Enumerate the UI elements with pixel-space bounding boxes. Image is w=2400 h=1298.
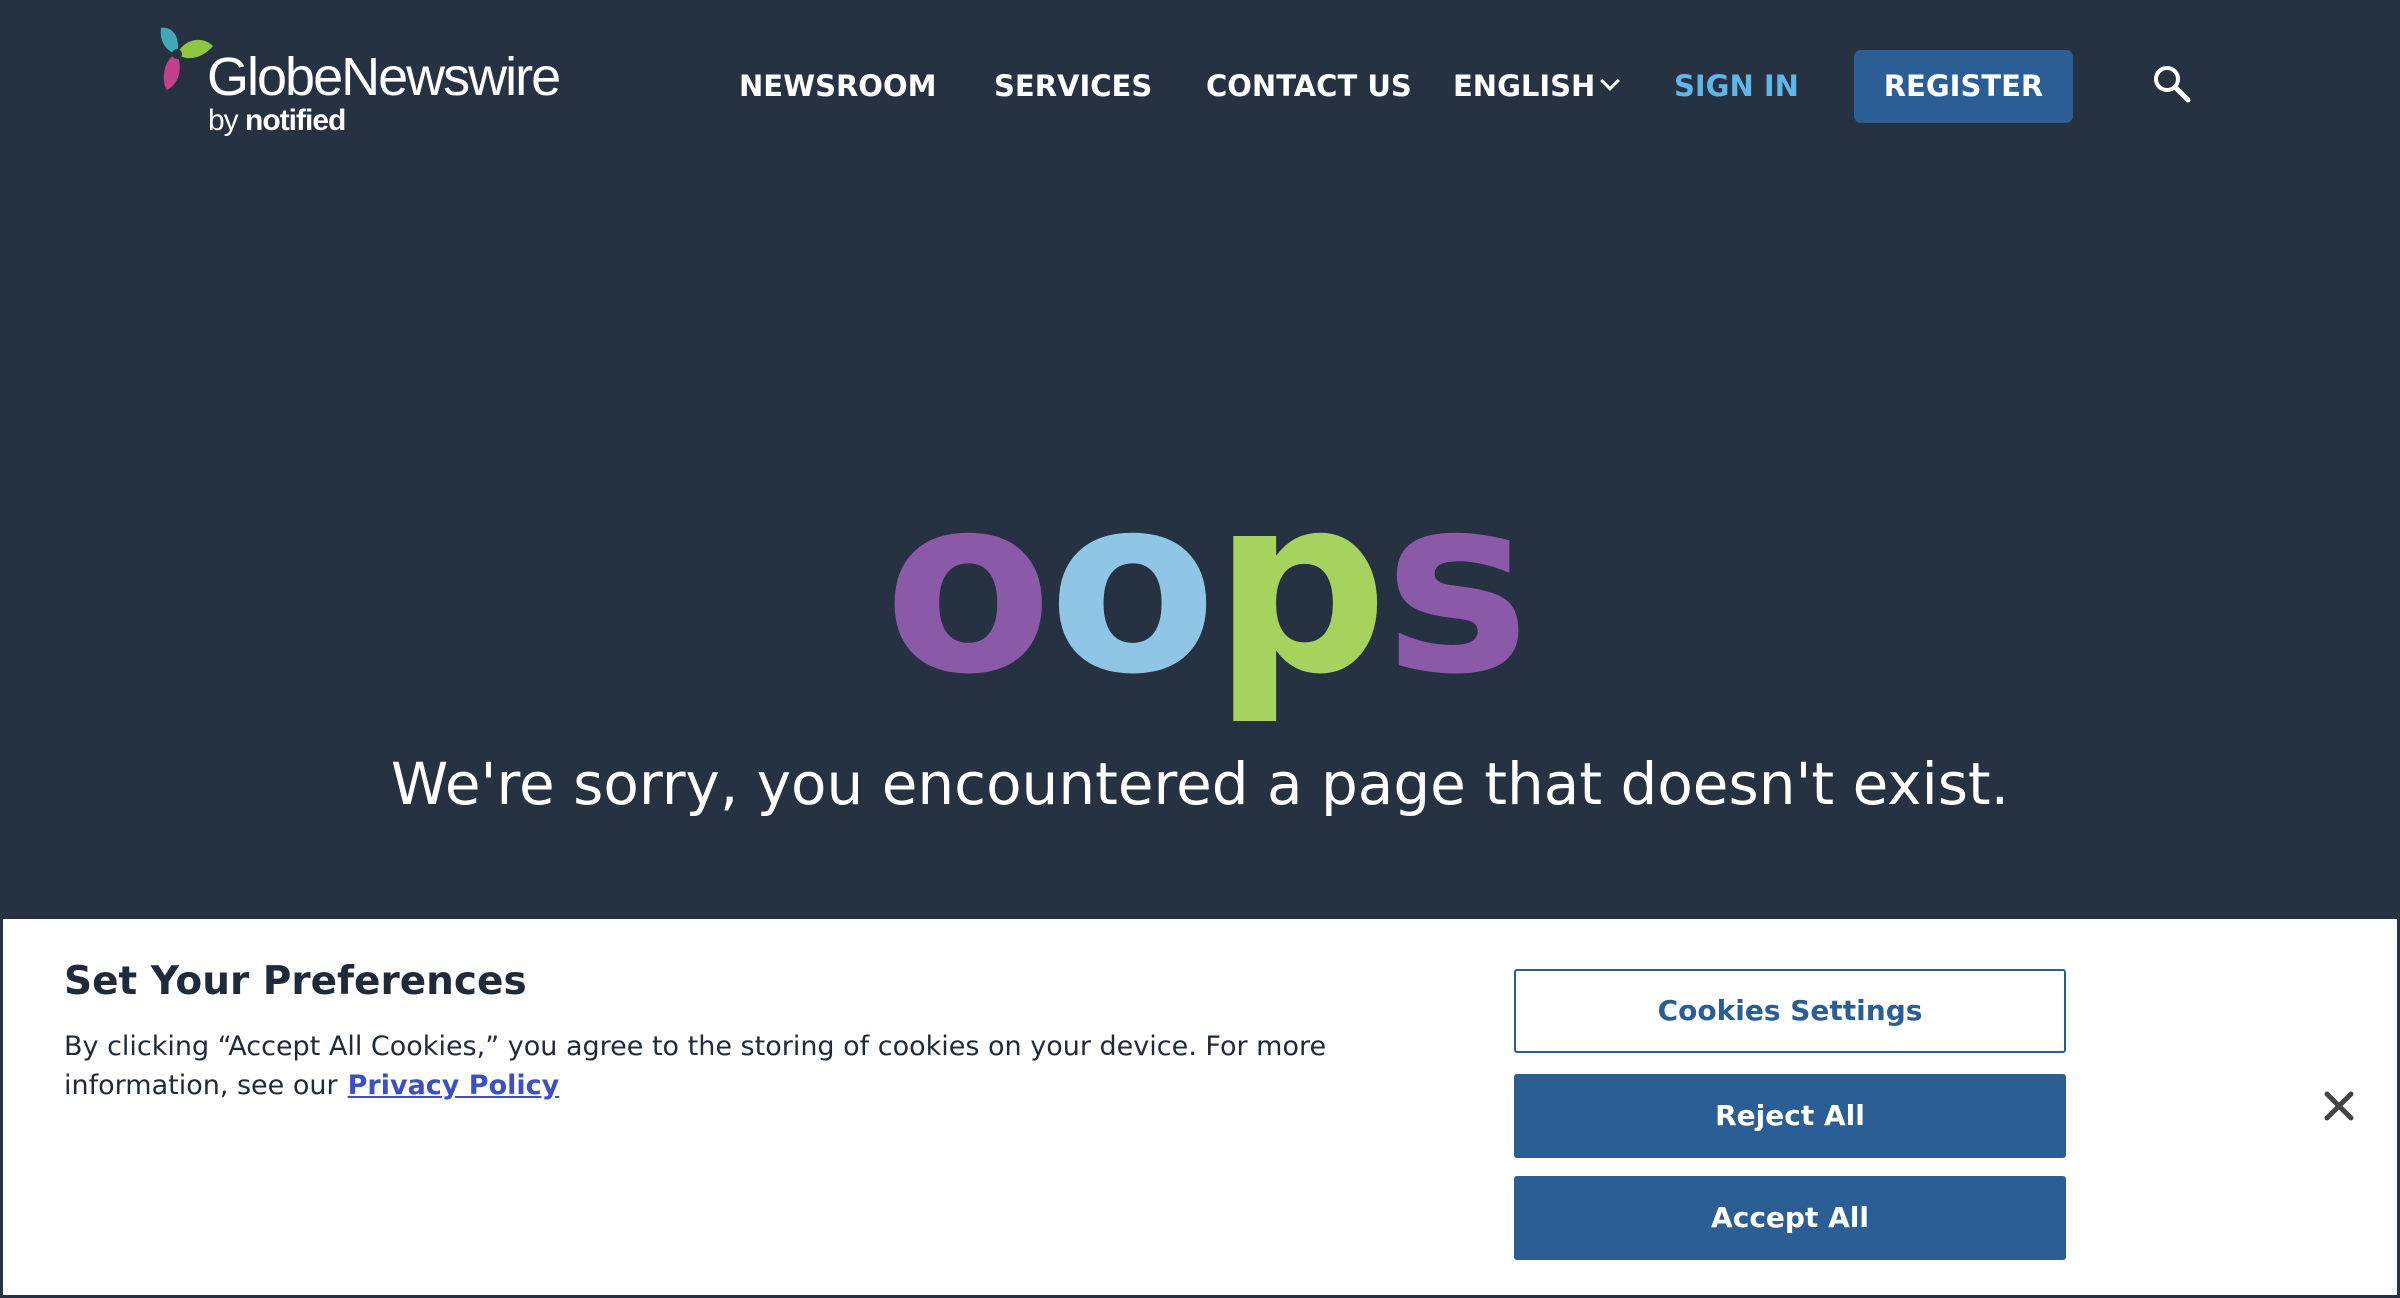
logo-tagline-prefix: by	[208, 104, 239, 137]
privacy-policy-link[interactable]: Privacy Policy	[348, 1070, 560, 1101]
nav-contact-us[interactable]: CONTACT US	[1206, 50, 1412, 122]
oops-headline: oops	[884, 480, 1530, 728]
cookie-description-text: By clicking “Accept All Cookies,” you ag…	[64, 1031, 1327, 1101]
error-message: We're sorry, you encountered a page that…	[390, 750, 2010, 818]
globenewswire-logo[interactable]: GlobeNewswire by notified	[155, 24, 561, 144]
register-button[interactable]: REGISTER	[1854, 50, 2073, 123]
chevron-down-icon	[1600, 71, 1621, 91]
cookie-title: Set Your Preferences	[64, 959, 527, 1004]
nav-newsroom[interactable]: NEWSROOM	[739, 50, 936, 122]
nav-services[interactable]: SERVICES	[994, 50, 1152, 122]
logo-wordmark: GlobeNewswire	[207, 47, 561, 107]
oops-text: oops	[884, 480, 1526, 728]
reject-all-button[interactable]: Reject All	[1514, 1074, 2066, 1158]
accept-all-button[interactable]: Accept All	[1514, 1176, 2066, 1260]
cookies-settings-button[interactable]: Cookies Settings	[1514, 969, 2066, 1053]
close-icon[interactable]	[2322, 1089, 2356, 1123]
site-header: GlobeNewswire by notified NEWSROOM SERVI…	[0, 0, 2400, 170]
logo-tagline-brand: notified	[245, 104, 346, 137]
language-label: ENGLISH	[1453, 69, 1596, 103]
sign-in-link[interactable]: SIGN IN	[1674, 50, 1799, 122]
search-icon[interactable]	[2152, 64, 2192, 104]
cookie-banner: Set Your Preferences By clicking “Accept…	[1, 917, 2399, 1297]
logo-tagline: by notified	[208, 104, 346, 138]
cookie-description: By clicking “Accept All Cookies,” you ag…	[64, 1027, 1364, 1105]
language-dropdown[interactable]: ENGLISH	[1453, 50, 1621, 122]
